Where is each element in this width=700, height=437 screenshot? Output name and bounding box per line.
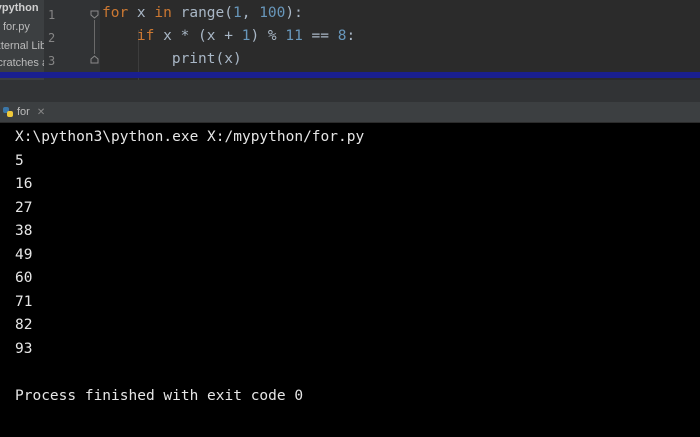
line-number: 2 (48, 31, 56, 45)
console-output-line: 5 (15, 153, 24, 169)
console-output-line: 27 (15, 200, 33, 216)
console-output-line: 38 (15, 223, 33, 239)
run-tool-window-header: for ✕ (0, 102, 700, 123)
line-number: 3 (48, 54, 56, 68)
console-output-line: 16 (15, 176, 33, 192)
code-token: 11 (285, 28, 303, 44)
code-token: : (346, 28, 356, 44)
line-number: 1 (48, 8, 56, 22)
run-tab[interactable]: for ✕ (0, 102, 45, 122)
code-token: for (102, 5, 129, 21)
code-token: , (241, 5, 260, 21)
fold-end-icon[interactable] (90, 55, 99, 64)
run-console[interactable]: X:\python3\python.exe X:/mypython/for.py… (0, 123, 700, 437)
code-editor[interactable]: for x in range(1, 100): if x * (x + 1) %… (100, 0, 700, 80)
project-file-item[interactable]: for.py (3, 21, 30, 33)
close-icon[interactable]: ✕ (37, 107, 45, 118)
code-token: (x) (215, 51, 242, 67)
panel-divider[interactable] (0, 80, 700, 102)
code-token: in (154, 5, 172, 21)
console-output-line: 71 (15, 294, 33, 310)
fold-guide (94, 20, 95, 54)
code-line: for x in range(1, 100): (102, 5, 303, 21)
python-icon (3, 107, 13, 117)
console-output-line: 82 (15, 317, 33, 333)
project-panel: mypython for.py External Libraries Scrat… (0, 0, 44, 80)
code-token: ) % (250, 28, 286, 44)
external-libraries-item[interactable]: External Libraries (0, 40, 44, 52)
code-token: print (171, 51, 216, 67)
console-command-line: X:\python3\python.exe X:/mypython/for.py (15, 129, 365, 145)
code-token: if (136, 28, 155, 44)
code-token: ): (285, 5, 303, 21)
console-output-line: 49 (15, 247, 33, 263)
run-tab-label: for (17, 106, 30, 118)
code-token: x (128, 5, 155, 21)
scratches-item[interactable]: Scratches and Consoles (0, 57, 44, 69)
code-token: 100 (259, 5, 286, 21)
editor-scroll-indicator (0, 72, 700, 78)
code-token: range( (171, 5, 233, 21)
code-line: if x * (x + 1) % 11 == 8: (102, 28, 355, 44)
code-token: x * (x + (154, 28, 242, 44)
code-line: print(x) (102, 51, 242, 67)
editor-gutter: 1 2 3 (44, 0, 100, 80)
project-root-item[interactable]: mypython (0, 2, 39, 14)
code-token: == (302, 28, 338, 44)
console-output-line: 93 (15, 341, 33, 357)
console-output-line: 60 (15, 270, 33, 286)
console-exit-line: Process finished with exit code 0 (15, 388, 304, 404)
fold-start-icon[interactable] (90, 10, 99, 19)
code-token: 1 (232, 5, 242, 21)
